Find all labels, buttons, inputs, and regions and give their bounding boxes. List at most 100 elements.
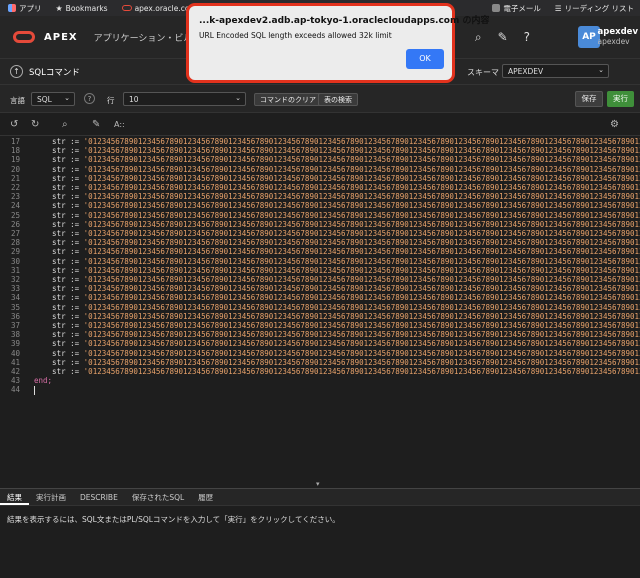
- code-line: 42 str := '01234567890123456789012345678…: [0, 367, 640, 376]
- code-assignment: str :=: [34, 367, 84, 376]
- line-number: 19: [10, 155, 20, 165]
- page-title: SQLコマンド: [29, 67, 80, 78]
- code-line: 29 str := '01234567890123456789012345678…: [0, 247, 640, 256]
- code-line: 20 str := '01234567890123456789012345678…: [0, 165, 640, 174]
- code-line: 28 str := '01234567890123456789012345678…: [0, 238, 640, 247]
- line-content: str := '01234567890123456789012345678901…: [34, 303, 640, 312]
- results-tab[interactable]: 結果: [0, 489, 29, 505]
- results-tab[interactable]: 保存されたSQL: [125, 489, 191, 505]
- bookmark-bookmarks[interactable]: ★ Bookmarks: [56, 4, 108, 13]
- oracle-icon: [121, 5, 132, 11]
- line-number: 21: [10, 173, 20, 183]
- string-literal: '012345678901234567890123456789012345678…: [83, 229, 640, 238]
- line-content: str := '01234567890123456789012345678901…: [34, 312, 640, 321]
- app-name[interactable]: APEX: [44, 32, 78, 43]
- code-assignment: str :=: [34, 155, 84, 165]
- code-line: 22 str := '01234567890123456789012345678…: [0, 183, 640, 192]
- code-assignment: str :=: [34, 293, 84, 303]
- wrench-icon[interactable]: ✎: [92, 119, 100, 130]
- string-literal: '012345678901234567890123456789012345678…: [83, 219, 640, 229]
- line-content: str := '01234567890123456789012345678901…: [34, 275, 640, 284]
- results-tab[interactable]: DESCRIBE: [73, 489, 125, 505]
- reading-list[interactable]: ☰ リーディング リスト: [555, 3, 634, 14]
- string-literal: '012345678901234567890123456789012345678…: [83, 357, 640, 367]
- mail-icon: [492, 4, 501, 12]
- code-assignment: str :=: [34, 201, 84, 211]
- code-line: 38 str := '01234567890123456789012345678…: [0, 330, 640, 339]
- line-number: 23: [10, 192, 20, 202]
- code-line: 37 str := '01234567890123456789012345678…: [0, 321, 640, 330]
- find-tables-button[interactable]: 表の検索: [318, 93, 358, 106]
- string-literal: '012345678901234567890123456789012345678…: [83, 302, 640, 312]
- bookmark-email[interactable]: 電子メール: [492, 3, 541, 14]
- line-content: str := '01234567890123456789012345678901…: [34, 155, 640, 164]
- arrow-up-icon[interactable]: ↑: [10, 65, 23, 78]
- resize-handle-icon[interactable]: ▾: [316, 480, 320, 488]
- line-number: 26: [10, 219, 20, 229]
- code-editor[interactable]: 17 str := '01234567890123456789012345678…: [0, 136, 640, 480]
- string-literal: '012345678901234567890123456789012345678…: [83, 183, 640, 192]
- string-literal: '012345678901234567890123456789012345678…: [83, 348, 640, 358]
- line-number: 17: [10, 137, 20, 146]
- results-message: 結果を表示するには、SQL文またはPL/SQLコマンドを入力して「実行」をクリッ…: [7, 515, 340, 524]
- clear-command-button[interactable]: コマンドのクリア: [254, 93, 322, 106]
- code-assignment: str :=: [34, 146, 84, 156]
- bookmark-apps[interactable]: アプリ: [8, 3, 42, 14]
- code-line: 40 str := '01234567890123456789012345678…: [0, 349, 640, 358]
- dialog-title: ...k-apexdev2.adb.ap-tokyo-1.oraclecloud…: [199, 16, 490, 26]
- line-content: str := '01234567890123456789012345678901…: [34, 339, 640, 348]
- code-assignment: str :=: [34, 265, 84, 275]
- code-assignment: str :=: [34, 137, 84, 146]
- line-content: str := '01234567890123456789012345678901…: [34, 367, 640, 376]
- code-assignment: str :=: [34, 348, 84, 358]
- string-literal: '012345678901234567890123456789012345678…: [83, 238, 640, 248]
- line-content: str := '01234567890123456789012345678901…: [34, 201, 640, 210]
- line-content: str := '01234567890123456789012345678901…: [34, 358, 640, 367]
- string-literal: '012345678901234567890123456789012345678…: [83, 311, 640, 321]
- code-assignment: str :=: [34, 164, 84, 174]
- help-icon[interactable]: ?: [84, 93, 95, 104]
- search-icon[interactable]: ⌕: [475, 30, 482, 45]
- code-line: 18 str := '01234567890123456789012345678…: [0, 146, 640, 155]
- run-button[interactable]: 実行: [607, 91, 634, 107]
- search-icon[interactable]: ⌕: [62, 119, 68, 130]
- ok-button[interactable]: OK: [406, 49, 444, 69]
- line-content: str := '01234567890123456789012345678901…: [34, 321, 640, 330]
- line-number: 18: [10, 146, 20, 156]
- code-line: 19 str := '01234567890123456789012345678…: [0, 155, 640, 164]
- line-content: str := '01234567890123456789012345678901…: [34, 229, 640, 238]
- font-size-control[interactable]: A::: [114, 120, 125, 129]
- code-line: 26 str := '01234567890123456789012345678…: [0, 220, 640, 229]
- results-tabs: 結果 実行計画 DESCRIBE 保存されたSQL 履歴: [0, 488, 640, 506]
- schema-select[interactable]: APEXDEV ⌄: [502, 64, 609, 78]
- language-select[interactable]: SQL ⌄: [31, 92, 75, 106]
- rows-select[interactable]: 10 ⌄: [123, 92, 246, 106]
- line-number: 32: [10, 275, 20, 284]
- user-workspace: apexdev: [597, 37, 630, 46]
- dialog-message: URL Encoded SQL length exceeds allowed 3…: [199, 31, 392, 40]
- line-number: 31: [10, 265, 20, 275]
- code-assignment: str :=: [34, 311, 84, 321]
- results-panel: 結果を表示するには、SQL文またはPL/SQLコマンドを入力して「実行」をクリッ…: [0, 506, 640, 578]
- redo-icon[interactable]: ↻: [31, 119, 39, 130]
- reading-list-icon: ☰: [554, 3, 562, 13]
- line-content: str := '01234567890123456789012345678901…: [34, 257, 640, 266]
- undo-icon[interactable]: ↺: [10, 119, 18, 130]
- apex-logo-icon[interactable]: [13, 31, 35, 43]
- line-number: 25: [10, 210, 20, 220]
- user-menu[interactable]: apexdev apexdev: [598, 27, 638, 47]
- code-assignment: str :=: [34, 247, 84, 257]
- line-content: str := '01234567890123456789012345678901…: [34, 137, 640, 146]
- results-tab[interactable]: 実行計画: [29, 489, 73, 505]
- line-number: 44: [10, 385, 20, 395]
- line-content: str := '01234567890123456789012345678901…: [34, 146, 640, 155]
- developer-tools-icon[interactable]: ✎: [498, 30, 508, 45]
- code-line: 35 str := '01234567890123456789012345678…: [0, 303, 640, 312]
- results-tab[interactable]: 履歴: [191, 489, 220, 505]
- string-literal: '012345678901234567890123456789012345678…: [83, 146, 640, 156]
- code-line: 23 str := '01234567890123456789012345678…: [0, 192, 640, 201]
- save-button[interactable]: 保存: [575, 91, 603, 107]
- string-literal: '012345678901234567890123456789012345678…: [83, 137, 640, 146]
- gear-icon[interactable]: ⚙: [610, 119, 619, 130]
- help-icon[interactable]: ?: [524, 30, 530, 45]
